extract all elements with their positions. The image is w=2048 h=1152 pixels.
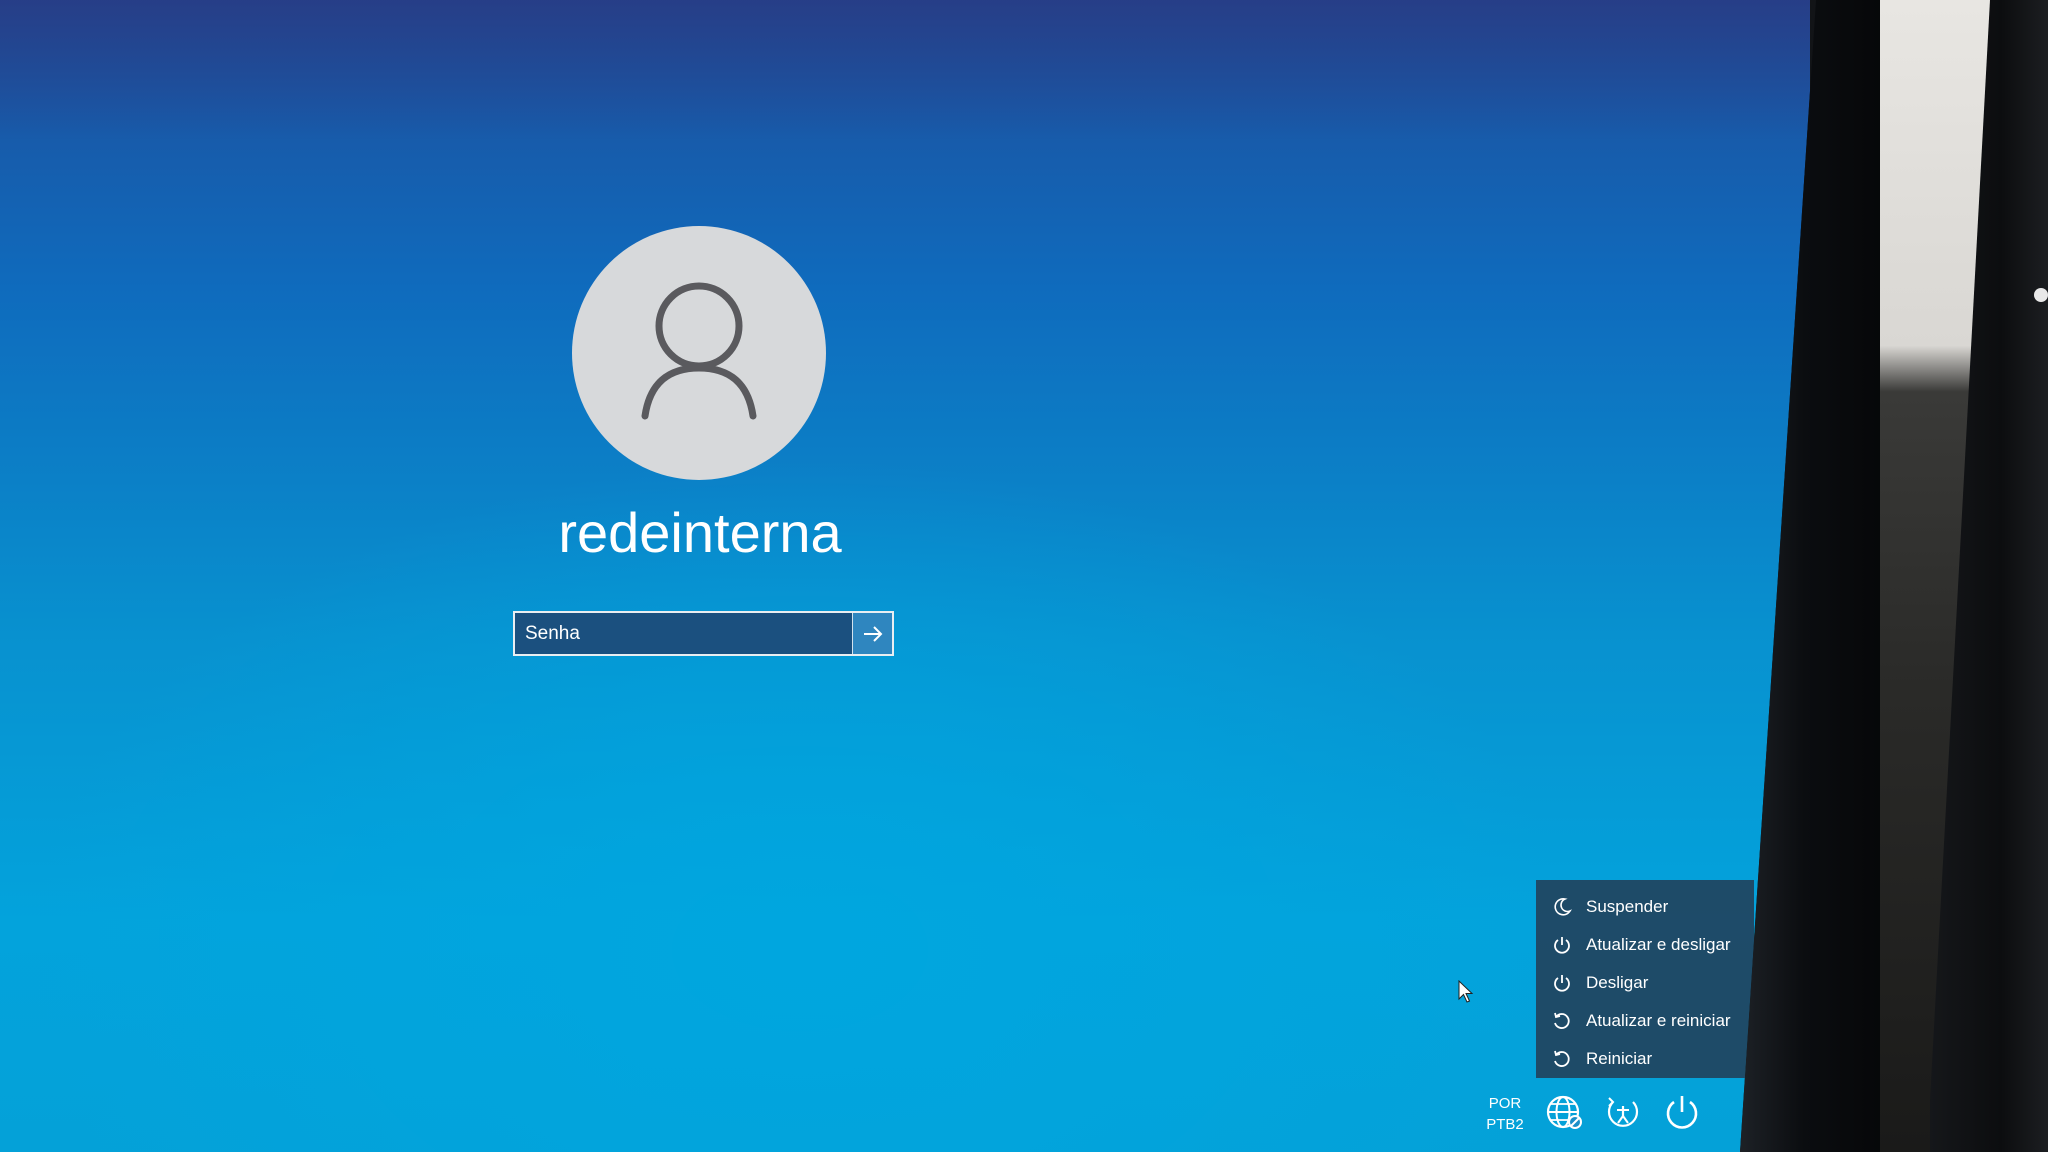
username-label: redeinterna [558,501,842,564]
user-avatar [572,226,826,480]
keyboard-layout-code: PTB2 [1486,1116,1524,1133]
user-silhouette-icon [641,282,757,420]
password-box [513,611,894,656]
ease-of-access-icon[interactable] [1601,1090,1645,1134]
power-icon [1550,971,1574,995]
menu-item-update-shutdown[interactable]: Atualizar e desligar [1536,926,1754,964]
menu-item-label: Atualizar e desligar [1586,935,1731,954]
menu-item-restart[interactable]: Reiniciar [1536,1040,1754,1078]
arrow-right-icon [863,625,882,642]
menu-item-label: Desligar [1586,973,1649,992]
menu-item-suspend[interactable]: Suspender [1536,888,1754,926]
photo-stage: redeinterna Suspender Atualizar e deslig… [0,0,2048,1152]
power-icon[interactable] [1660,1090,1704,1134]
globe-network-icon[interactable] [1543,1090,1587,1134]
menu-item-label: Suspender [1586,897,1669,916]
password-input[interactable] [515,613,852,654]
power-icon [1550,933,1574,957]
menu-item-shutdown[interactable]: Desligar [1536,964,1754,1002]
case-led [2034,288,2048,302]
restart-icon [1550,1047,1574,1071]
mouse-cursor-icon [1458,979,1476,1011]
moon-icon [1550,895,1574,919]
restart-icon [1550,1009,1574,1033]
power-menu: Suspender Atualizar e desligar Desligar … [1536,880,1754,1078]
language-code: POR [1488,1095,1522,1112]
menu-item-label: Reiniciar [1586,1049,1653,1068]
lock-screen: redeinterna Suspender Atualizar e deslig… [0,0,1810,1152]
menu-item-update-restart[interactable]: Atualizar e reiniciar [1536,1002,1754,1040]
submit-arrow-button[interactable] [852,613,892,654]
menu-item-label: Atualizar e reiniciar [1586,1011,1731,1030]
input-language-indicator[interactable]: POR PTB2 [1482,1093,1528,1135]
